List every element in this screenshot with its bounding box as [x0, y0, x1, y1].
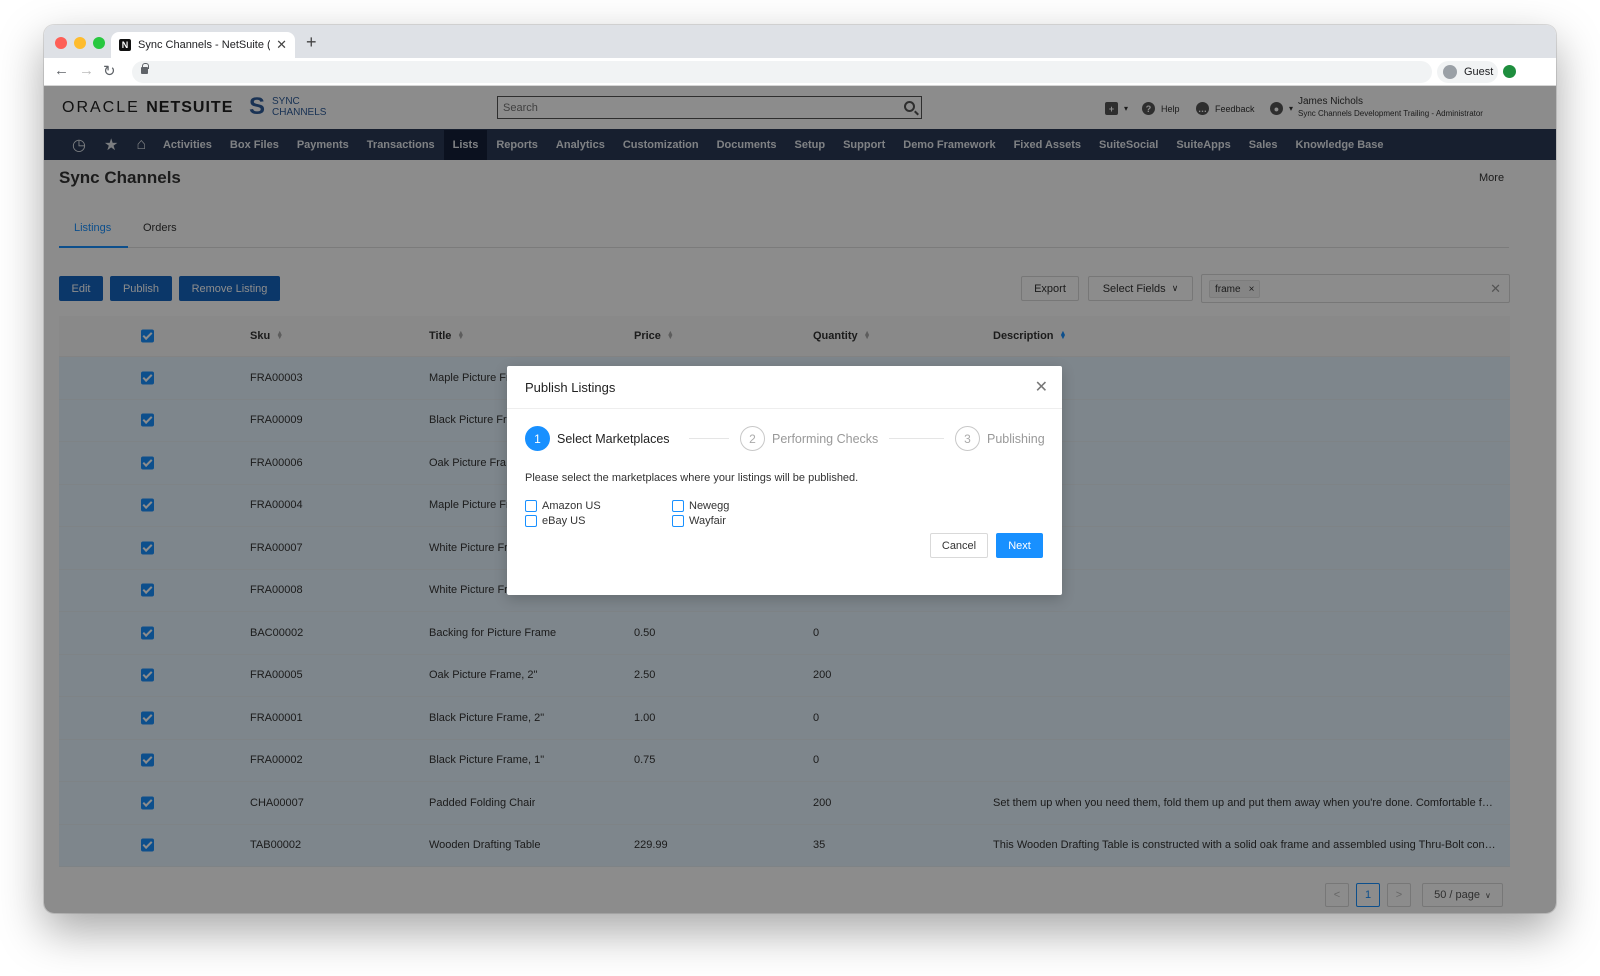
tab-strip: N Sync Channels - NetSuite (Sync Channel…	[44, 25, 1556, 58]
modal-description: Please select the marketplaces where you…	[525, 472, 859, 484]
modal-header: Publish Listings ✕	[507, 366, 1062, 409]
marketplace-label: Newegg	[689, 500, 730, 512]
step-label: Select Marketplaces	[557, 431, 670, 446]
marketplace-amazon-us[interactable]: Amazon US	[525, 500, 601, 512]
browser-toolbar: ← → ↻ Guest	[44, 58, 1556, 86]
close-window-button[interactable]	[55, 37, 67, 49]
step-number: 3	[955, 426, 980, 451]
marketplace-wayfair[interactable]: Wayfair	[672, 515, 726, 527]
marketplace-ebay-us[interactable]: eBay US	[525, 515, 585, 527]
forward-icon[interactable]: →	[79, 62, 94, 79]
step-number: 2	[740, 426, 765, 451]
marketplace-label: eBay US	[542, 515, 586, 527]
minimize-window-button[interactable]	[74, 37, 86, 49]
extension-icon[interactable]	[1503, 65, 1516, 78]
lock-icon	[141, 63, 149, 74]
address-bar[interactable]	[132, 61, 1432, 83]
browser-window: N Sync Channels - NetSuite (Sync Channel…	[44, 25, 1556, 913]
profile-button[interactable]: Guest	[1437, 61, 1498, 83]
cancel-button[interactable]: Cancel	[930, 533, 988, 558]
step-divider	[889, 438, 944, 439]
steps: 1 Select Marketplaces 2 Performing Check…	[525, 426, 1045, 452]
netsuite-favicon-icon: N	[119, 39, 131, 51]
step-performing-checks: 2 Performing Checks	[740, 426, 878, 451]
checkbox[interactable]	[672, 515, 684, 527]
step-select-marketplaces: 1 Select Marketplaces	[525, 426, 670, 451]
guest-avatar-icon	[1443, 65, 1457, 79]
step-publishing: 3 Publishing	[955, 426, 1045, 451]
back-icon[interactable]: ←	[54, 62, 69, 79]
maximize-window-button[interactable]	[93, 37, 105, 49]
close-icon[interactable]: ✕	[1035, 377, 1048, 397]
checkbox[interactable]	[672, 500, 684, 512]
next-button[interactable]: Next	[996, 533, 1043, 558]
browser-tab-title: Sync Channels - NetSuite (Sync Channels …	[138, 39, 270, 51]
modal-title: Publish Listings	[525, 380, 616, 395]
close-tab-icon[interactable]: ✕	[276, 37, 287, 53]
browser-tab[interactable]: N Sync Channels - NetSuite (Sync Channel…	[111, 32, 295, 58]
marketplace-label: Amazon US	[542, 500, 601, 512]
publish-listings-modal: Publish Listings ✕ 1 Select Marketplaces…	[507, 366, 1062, 595]
new-tab-icon[interactable]: +	[306, 32, 317, 53]
reload-icon[interactable]: ↻	[103, 62, 116, 80]
step-label: Publishing	[987, 431, 1045, 446]
marketplace-label: Wayfair	[689, 515, 726, 527]
netsuite-page: ORACLE NETSUITE S SYNC CHANNELS +▾ ? Hel…	[44, 86, 1556, 913]
checkbox[interactable]	[525, 500, 537, 512]
guest-label: Guest	[1464, 66, 1494, 78]
step-divider	[689, 438, 729, 439]
step-label: Performing Checks	[772, 431, 879, 446]
checkbox[interactable]	[525, 515, 537, 527]
marketplace-newegg[interactable]: Newegg	[672, 500, 729, 512]
step-number: 1	[525, 426, 550, 451]
